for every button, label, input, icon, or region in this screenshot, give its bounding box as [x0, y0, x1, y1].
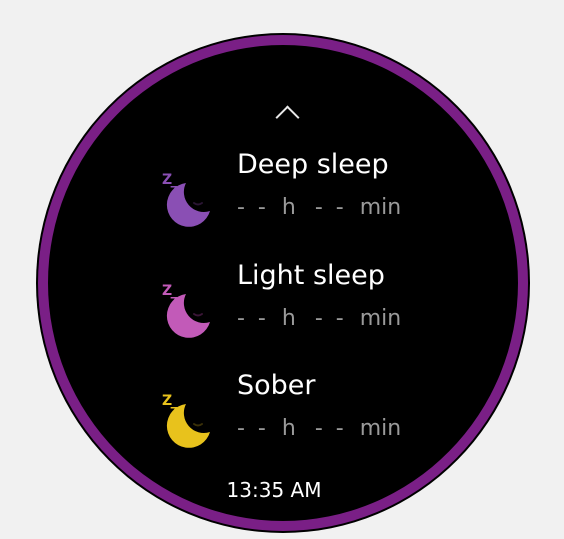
hours-value: - -: [237, 306, 269, 331]
hours-value: - -: [237, 195, 269, 220]
stage-title: Deep sleep: [237, 149, 389, 180]
stage-duration: - - h - - min: [237, 197, 413, 219]
minutes-value: - -: [314, 195, 347, 220]
minutes-unit: min: [359, 416, 402, 441]
watch-screen: Z Z Deep sleep - - h - - min Z Z Light s…: [38, 35, 528, 531]
hours-unit: h: [281, 195, 296, 220]
sleep-stage-light: Z Z Light sleep - - h - - min: [48, 260, 518, 350]
hours-value: - -: [237, 416, 269, 441]
chevron-up-icon[interactable]: [275, 105, 300, 130]
sleep-stage-deep: Z Z Deep sleep - - h - - min: [48, 149, 518, 239]
moon-sleep-icon: Z Z: [158, 392, 218, 450]
time-label: 13:35 AM: [226, 478, 322, 502]
minutes-value: - -: [314, 416, 347, 441]
stage-title: Sober: [237, 370, 316, 401]
minutes-unit: min: [359, 306, 402, 331]
moon-sleep-icon: Z Z: [158, 171, 218, 229]
stage-title: Light sleep: [237, 260, 385, 291]
hours-unit: h: [281, 416, 296, 441]
hours-unit: h: [281, 306, 296, 331]
stage-duration: - - h - - min: [237, 308, 413, 330]
moon-sleep-icon: Z Z: [158, 282, 218, 340]
stage-duration: - - h - - min: [237, 418, 413, 440]
minutes-unit: min: [359, 195, 402, 220]
minutes-value: - -: [314, 306, 347, 331]
sleep-stage-sober: Z Z Sober - - h - - min: [48, 370, 518, 460]
status-time: 13:35 AM: [48, 480, 518, 500]
